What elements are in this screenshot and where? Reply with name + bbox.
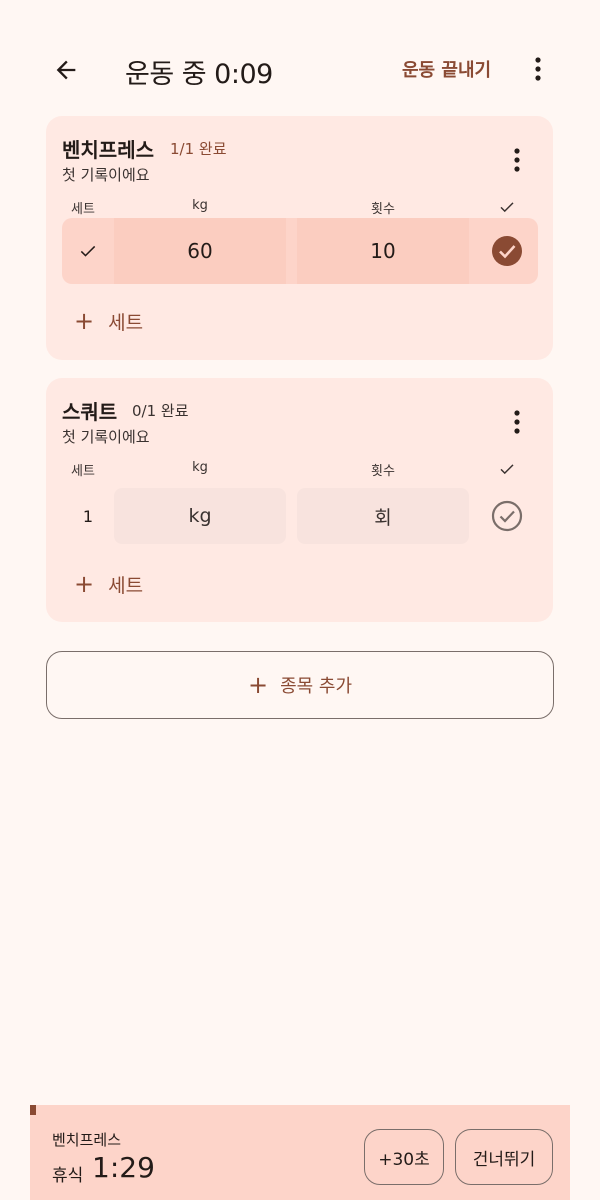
- add-set-button[interactable]: + 세트: [74, 306, 143, 336]
- exercise-progress: 1/1 완료: [170, 140, 227, 158]
- check-icon: [500, 464, 514, 475]
- add-exercise-label: 종목 추가: [280, 676, 353, 697]
- set-number: 1: [82, 506, 94, 526]
- rest-label: 휴식: [52, 1166, 84, 1186]
- page-title: 운동 중 0:09: [125, 59, 273, 90]
- arrow-left-icon: [56, 60, 76, 80]
- exercise-note: 첫 기록이에요: [62, 428, 150, 446]
- rest-exercise-name: 벤치프레스: [52, 1131, 122, 1149]
- weight-field[interactable]: kg: [114, 488, 286, 544]
- check-icon: [80, 245, 96, 257]
- column-header-set: 세트: [71, 202, 95, 217]
- add-exercise-button[interactable]: + 종목 추가: [46, 651, 554, 719]
- column-header-kg: kg: [192, 198, 208, 213]
- rest-progress-indicator: [30, 1105, 36, 1115]
- exercise-menu-button[interactable]: [501, 402, 533, 442]
- plus-icon: +: [74, 307, 95, 335]
- exercise-progress: 0/1 완료: [132, 402, 189, 420]
- back-button[interactable]: [40, 44, 92, 96]
- set-number-completed: [62, 218, 114, 284]
- more-vertical-icon: [514, 148, 520, 172]
- more-vertical-icon: [535, 57, 541, 81]
- reps-field[interactable]: 10: [297, 218, 469, 284]
- check-icon: [500, 202, 514, 213]
- add-set-label: 세트: [108, 574, 144, 597]
- exercise-note: 첫 기록이에요: [62, 166, 150, 184]
- check-circle-outline-icon: [491, 500, 523, 532]
- add-set-button[interactable]: + 세트: [74, 569, 143, 599]
- plus-icon: +: [74, 570, 95, 598]
- reps-field[interactable]: 회: [297, 488, 469, 544]
- column-header-reps: 횟수: [371, 202, 395, 217]
- overflow-menu-button[interactable]: [519, 48, 557, 90]
- set-row: 1 kg 회: [62, 480, 538, 546]
- column-header-reps: 횟수: [371, 464, 395, 479]
- exercise-menu-button[interactable]: [501, 140, 533, 180]
- exercise-name: 스쿼트: [62, 400, 118, 424]
- plus-icon: +: [247, 671, 269, 699]
- more-vertical-icon: [514, 410, 520, 434]
- rest-timer-bar: 벤치프레스 휴식 1:29 +30초 건너뛰기: [30, 1105, 570, 1200]
- weight-field[interactable]: 60: [114, 218, 286, 284]
- set-row: 60 10: [62, 218, 538, 284]
- skip-rest-button[interactable]: 건너뛰기: [455, 1129, 553, 1185]
- add-set-label: 세트: [108, 311, 144, 334]
- end-workout-button[interactable]: 운동 끝내기: [402, 56, 491, 82]
- column-header-check: [486, 198, 528, 216]
- rest-countdown: 1:29: [92, 1151, 155, 1184]
- column-header-set: 세트: [71, 464, 95, 479]
- exercise-name: 벤치프레스: [62, 138, 154, 162]
- exercise-card-squat: 스쿼트 0/1 완료 첫 기록이에요 세트 kg 횟수 1 kg 회 + 세트: [46, 378, 553, 622]
- exercise-card-bench-press: 벤치프레스 1/1 완료 첫 기록이에요 세트 kg 횟수 60 10 + 세트: [46, 116, 553, 360]
- complete-set-toggle[interactable]: [486, 218, 528, 284]
- check-circle-icon: [492, 236, 522, 266]
- complete-set-toggle[interactable]: [486, 488, 528, 544]
- column-header-kg: kg: [192, 460, 208, 475]
- column-header-check: [486, 460, 528, 478]
- add-30-seconds-button[interactable]: +30초: [364, 1129, 444, 1185]
